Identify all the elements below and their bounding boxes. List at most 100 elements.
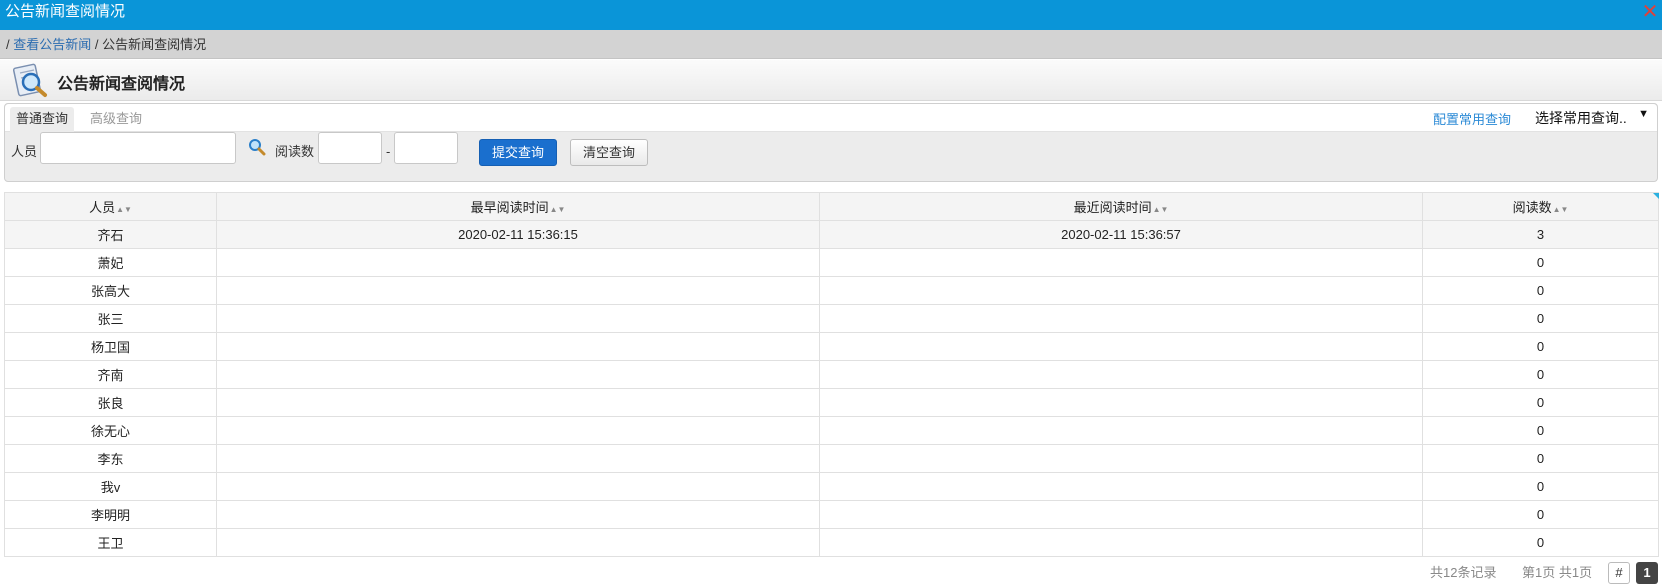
- cell-last-read: [819, 528, 1423, 557]
- range-separator: -: [386, 144, 391, 159]
- column-header-person[interactable]: 人员▲▼: [4, 192, 217, 221]
- cell-last-read: [819, 444, 1423, 473]
- table-row[interactable]: 我v 0: [4, 472, 1659, 501]
- cell-read-count: 0: [1422, 332, 1659, 361]
- table-row[interactable]: 徐无心 0: [4, 416, 1659, 445]
- person-input[interactable]: [40, 132, 236, 164]
- cell-read-count: 0: [1422, 444, 1659, 473]
- cell-first-read: [216, 444, 820, 473]
- cell-last-read: [819, 388, 1423, 417]
- table-row[interactable]: 张三 0: [4, 304, 1659, 333]
- table-row[interactable]: 萧妃 0: [4, 248, 1659, 277]
- cell-first-read: [216, 332, 820, 361]
- cell-first-read: [216, 388, 820, 417]
- cell-person: 我v: [4, 472, 217, 501]
- breadcrumb-current: 公告新闻查阅情况: [102, 37, 207, 52]
- cell-last-read: [819, 332, 1423, 361]
- common-query-select[interactable]: 选择常用查询.. ▼: [1535, 108, 1655, 128]
- column-header-first-read[interactable]: 最早阅读时间▲▼: [216, 192, 820, 221]
- cell-person: 王卫: [4, 528, 217, 557]
- column-header-label: 人员: [89, 200, 116, 215]
- cell-person: 张三: [4, 304, 217, 333]
- page-title: 公告新闻查阅情况: [57, 76, 186, 93]
- cell-last-read: 2020-02-11 15:36:57: [819, 220, 1423, 249]
- config-common-query-link[interactable]: 配置常用查询: [1433, 109, 1511, 128]
- cell-read-count: 0: [1422, 416, 1659, 445]
- cell-last-read: [819, 304, 1423, 333]
- cell-person: 张高大: [4, 276, 217, 305]
- sort-icon: ▲▼: [549, 205, 566, 214]
- search-tabs: 普通查询 高级查询 配置常用查询 选择常用查询.. ▼: [5, 104, 1657, 132]
- cell-first-read: [216, 276, 820, 305]
- table-row[interactable]: 李明明 0: [4, 500, 1659, 529]
- breadcrumb: / 查看公告新闻 / 公告新闻查阅情况: [0, 30, 1662, 59]
- window-title: 公告新闻查阅情况: [5, 3, 126, 20]
- table-row[interactable]: 齐石 2020-02-11 15:36:15 2020-02-11 15:36:…: [4, 220, 1659, 249]
- table-row[interactable]: 王卫 0: [4, 528, 1659, 557]
- table-row[interactable]: 杨卫国 0: [4, 332, 1659, 361]
- column-header-label: 最早阅读时间: [470, 200, 549, 215]
- table-row[interactable]: 李东 0: [4, 444, 1659, 473]
- cell-read-count: 0: [1422, 304, 1659, 333]
- tab-basic-search[interactable]: 普通查询: [10, 107, 75, 132]
- cell-first-read: [216, 528, 820, 557]
- cell-person: 张良: [4, 388, 217, 417]
- common-query-select-value: 选择常用查询..: [1535, 110, 1627, 126]
- cell-first-read: [216, 248, 820, 277]
- cell-read-count: 0: [1422, 276, 1659, 305]
- column-config-corner-icon[interactable]: [1653, 193, 1659, 199]
- cell-last-read: [819, 500, 1423, 529]
- pager-current-page[interactable]: 1: [1636, 562, 1658, 584]
- cell-last-read: [819, 276, 1423, 305]
- breadcrumb-link-news[interactable]: 查看公告新闻: [13, 37, 91, 52]
- cell-read-count: 3: [1422, 220, 1659, 249]
- cell-last-read: [819, 360, 1423, 389]
- cell-read-count: 0: [1422, 500, 1659, 529]
- cell-read-count: 0: [1422, 388, 1659, 417]
- reads-label: 阅读数: [275, 144, 315, 159]
- document-search-icon: [12, 63, 47, 97]
- tab-advanced-search[interactable]: 高级查询: [84, 107, 148, 132]
- cell-person: 萧妃: [4, 248, 217, 277]
- search-panel: 普通查询 高级查询 配置常用查询 选择常用查询.. ▼ 人员 阅读数 - 提交查…: [4, 103, 1658, 182]
- cell-person: 徐无心: [4, 416, 217, 445]
- cell-person: 杨卫国: [4, 332, 217, 361]
- cell-first-read: [216, 416, 820, 445]
- reads-to-input[interactable]: [394, 132, 458, 164]
- column-header-read-count[interactable]: 阅读数▲▼: [1422, 192, 1659, 221]
- cell-first-read: [216, 360, 820, 389]
- read-stats-table: 人员▲▼ 最早阅读时间▲▼ 最近阅读时间▲▼ 阅读数▲▼ 齐石 2020-02-…: [4, 192, 1659, 557]
- column-header-label: 阅读数: [1512, 200, 1552, 215]
- window-titlebar: 公告新闻查阅情况 ✕: [0, 0, 1662, 30]
- table-header-row: 人员▲▼ 最早阅读时间▲▼ 最近阅读时间▲▼ 阅读数▲▼: [4, 192, 1659, 221]
- cell-person: 李明明: [4, 500, 217, 529]
- search-icon[interactable]: [248, 138, 266, 156]
- submit-query-button[interactable]: 提交查询: [479, 139, 557, 166]
- sort-icon: ▲▼: [1552, 205, 1569, 214]
- cell-person: 李东: [4, 444, 217, 473]
- cell-first-read: 2020-02-11 15:36:15: [216, 220, 820, 249]
- person-label: 人员: [11, 144, 38, 159]
- cell-person: 齐石: [4, 220, 217, 249]
- cell-read-count: 0: [1422, 472, 1659, 501]
- reads-from-input[interactable]: [318, 132, 382, 164]
- column-header-last-read[interactable]: 最近阅读时间▲▼: [819, 192, 1423, 221]
- close-icon[interactable]: ✕: [1640, 1, 1660, 23]
- table-row[interactable]: 齐南 0: [4, 360, 1659, 389]
- breadcrumb-separator: /: [91, 37, 103, 52]
- clear-query-button[interactable]: 清空查询: [570, 139, 648, 166]
- cell-person: 齐南: [4, 360, 217, 389]
- cell-first-read: [216, 304, 820, 333]
- cell-read-count: 0: [1422, 528, 1659, 557]
- chevron-down-icon: ▼: [1638, 108, 1649, 120]
- column-header-label: 最近阅读时间: [1073, 200, 1152, 215]
- cell-first-read: [216, 472, 820, 501]
- cell-first-read: [216, 500, 820, 529]
- table-row[interactable]: 张高大 0: [4, 276, 1659, 305]
- cell-last-read: [819, 248, 1423, 277]
- page-header: 公告新闻查阅情况: [0, 60, 1662, 101]
- pager-total: 共12条记录: [1430, 565, 1497, 580]
- pager-pages: 第1页 共1页: [1522, 565, 1593, 580]
- table-row[interactable]: 张良 0: [4, 388, 1659, 417]
- pager-jump-button[interactable]: #: [1608, 562, 1630, 584]
